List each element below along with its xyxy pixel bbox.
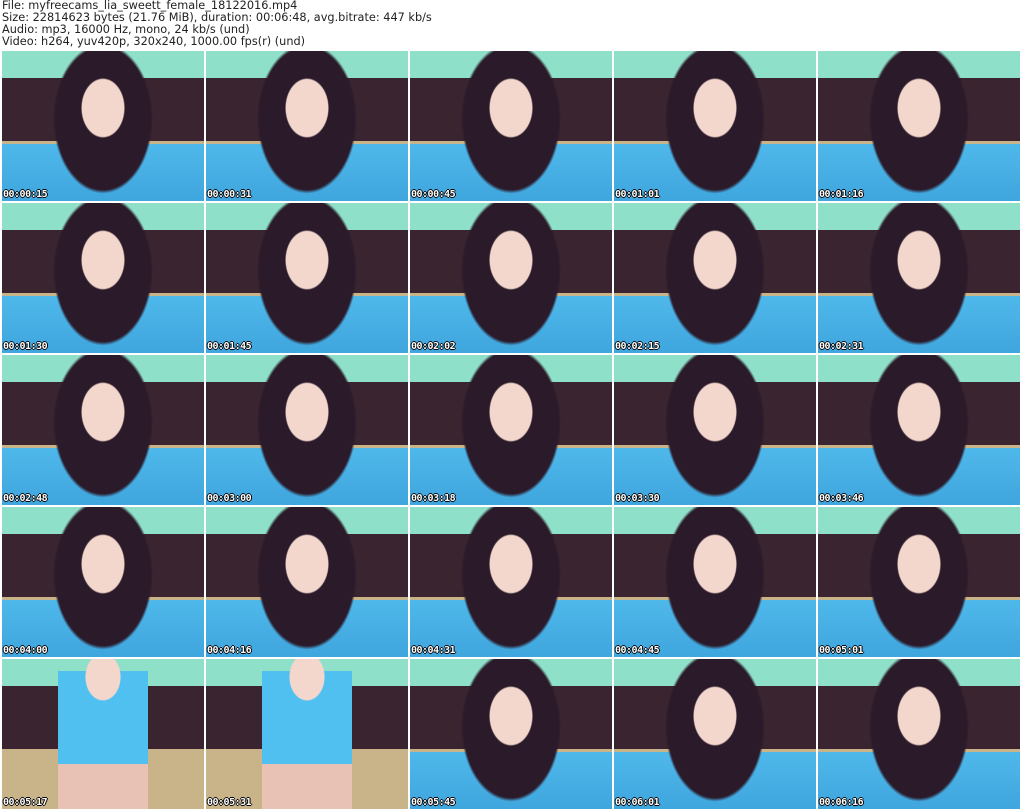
thumbnail-timestamp: 00:00:15 <box>3 189 48 200</box>
thumbnail-timestamp: 00:04:31 <box>411 645 456 656</box>
video-thumbnail: 00:02:02 <box>410 203 612 353</box>
video-thumbnail: 00:00:45 <box>410 51 612 201</box>
thumbnail-timestamp: 00:01:01 <box>615 189 660 200</box>
thumbnail-timestamp: 00:02:31 <box>819 341 864 352</box>
thumbnail-timestamp: 00:05:01 <box>819 645 864 656</box>
thumbnail-timestamp: 00:02:02 <box>411 341 456 352</box>
video-thumbnail: 00:05:31 <box>206 659 408 809</box>
video-thumbnail: 00:04:31 <box>410 507 612 657</box>
video-thumbnail: 00:01:16 <box>818 51 1020 201</box>
video-thumbnail: 00:06:16 <box>818 659 1020 809</box>
video-thumbnail: 00:02:31 <box>818 203 1020 353</box>
video-thumbnail: 00:04:45 <box>614 507 816 657</box>
thumbnail-timestamp: 00:01:30 <box>3 341 48 352</box>
video-info: Video: h264, yuv420p, 320x240, 1000.00 f… <box>2 35 306 48</box>
thumbnail-timestamp: 00:00:45 <box>411 189 456 200</box>
thumbnail-timestamp: 00:02:15 <box>615 341 660 352</box>
video-thumbnail: 00:04:00 <box>2 507 204 657</box>
thumbnail-timestamp: 00:06:16 <box>819 797 864 808</box>
thumbnail-timestamp: 00:04:16 <box>207 645 252 656</box>
video-thumbnail: 00:03:30 <box>614 355 816 505</box>
video-thumbnail: 00:03:46 <box>818 355 1020 505</box>
thumbnail-timestamp: 00:04:00 <box>3 645 48 656</box>
video-thumbnail: 00:05:01 <box>818 507 1020 657</box>
video-thumbnail: 00:05:45 <box>410 659 612 809</box>
thumbnail-timestamp: 00:03:18 <box>411 493 456 504</box>
thumbnail-timestamp: 00:02:48 <box>3 493 48 504</box>
video-thumbnail: 00:03:00 <box>206 355 408 505</box>
video-thumbnail: 00:02:15 <box>614 203 816 353</box>
thumbnail-timestamp: 00:03:30 <box>615 493 660 504</box>
video-thumbnail: 00:01:01 <box>614 51 816 201</box>
thumbnail-timestamp: 00:00:31 <box>207 189 252 200</box>
thumbnail-timestamp: 00:01:45 <box>207 341 252 352</box>
video-thumbnail: 00:03:18 <box>410 355 612 505</box>
thumbnail-timestamp: 00:05:17 <box>3 797 48 808</box>
thumbnail-timestamp: 00:05:31 <box>207 797 252 808</box>
thumbnail-grid: 00:00:15 00:00:31 00:00:45 00:01:01 00:01:16… <box>2 51 1020 809</box>
video-thumbnail: 00:04:16 <box>206 507 408 657</box>
video-thumbnail: 00:01:45 <box>206 203 408 353</box>
video-thumbnail: 00:00:31 <box>206 51 408 201</box>
video-thumbnail: 00:06:01 <box>614 659 816 809</box>
thumbnail-timestamp: 00:04:45 <box>615 645 660 656</box>
thumbnail-timestamp: 00:01:16 <box>819 189 864 200</box>
video-thumbnail: 00:01:30 <box>2 203 204 353</box>
video-thumbnail: 00:02:48 <box>2 355 204 505</box>
thumbnail-timestamp: 00:03:00 <box>207 493 252 504</box>
thumbnail-timestamp: 00:06:01 <box>615 797 660 808</box>
video-thumbnail: 00:00:15 <box>2 51 204 201</box>
file-info-header: File: myfreecams_lia_sweett_female_18122… <box>2 0 432 48</box>
thumbnail-timestamp: 00:03:46 <box>819 493 864 504</box>
thumbnail-timestamp: 00:05:45 <box>411 797 456 808</box>
video-thumbnail: 00:05:17 <box>2 659 204 809</box>
